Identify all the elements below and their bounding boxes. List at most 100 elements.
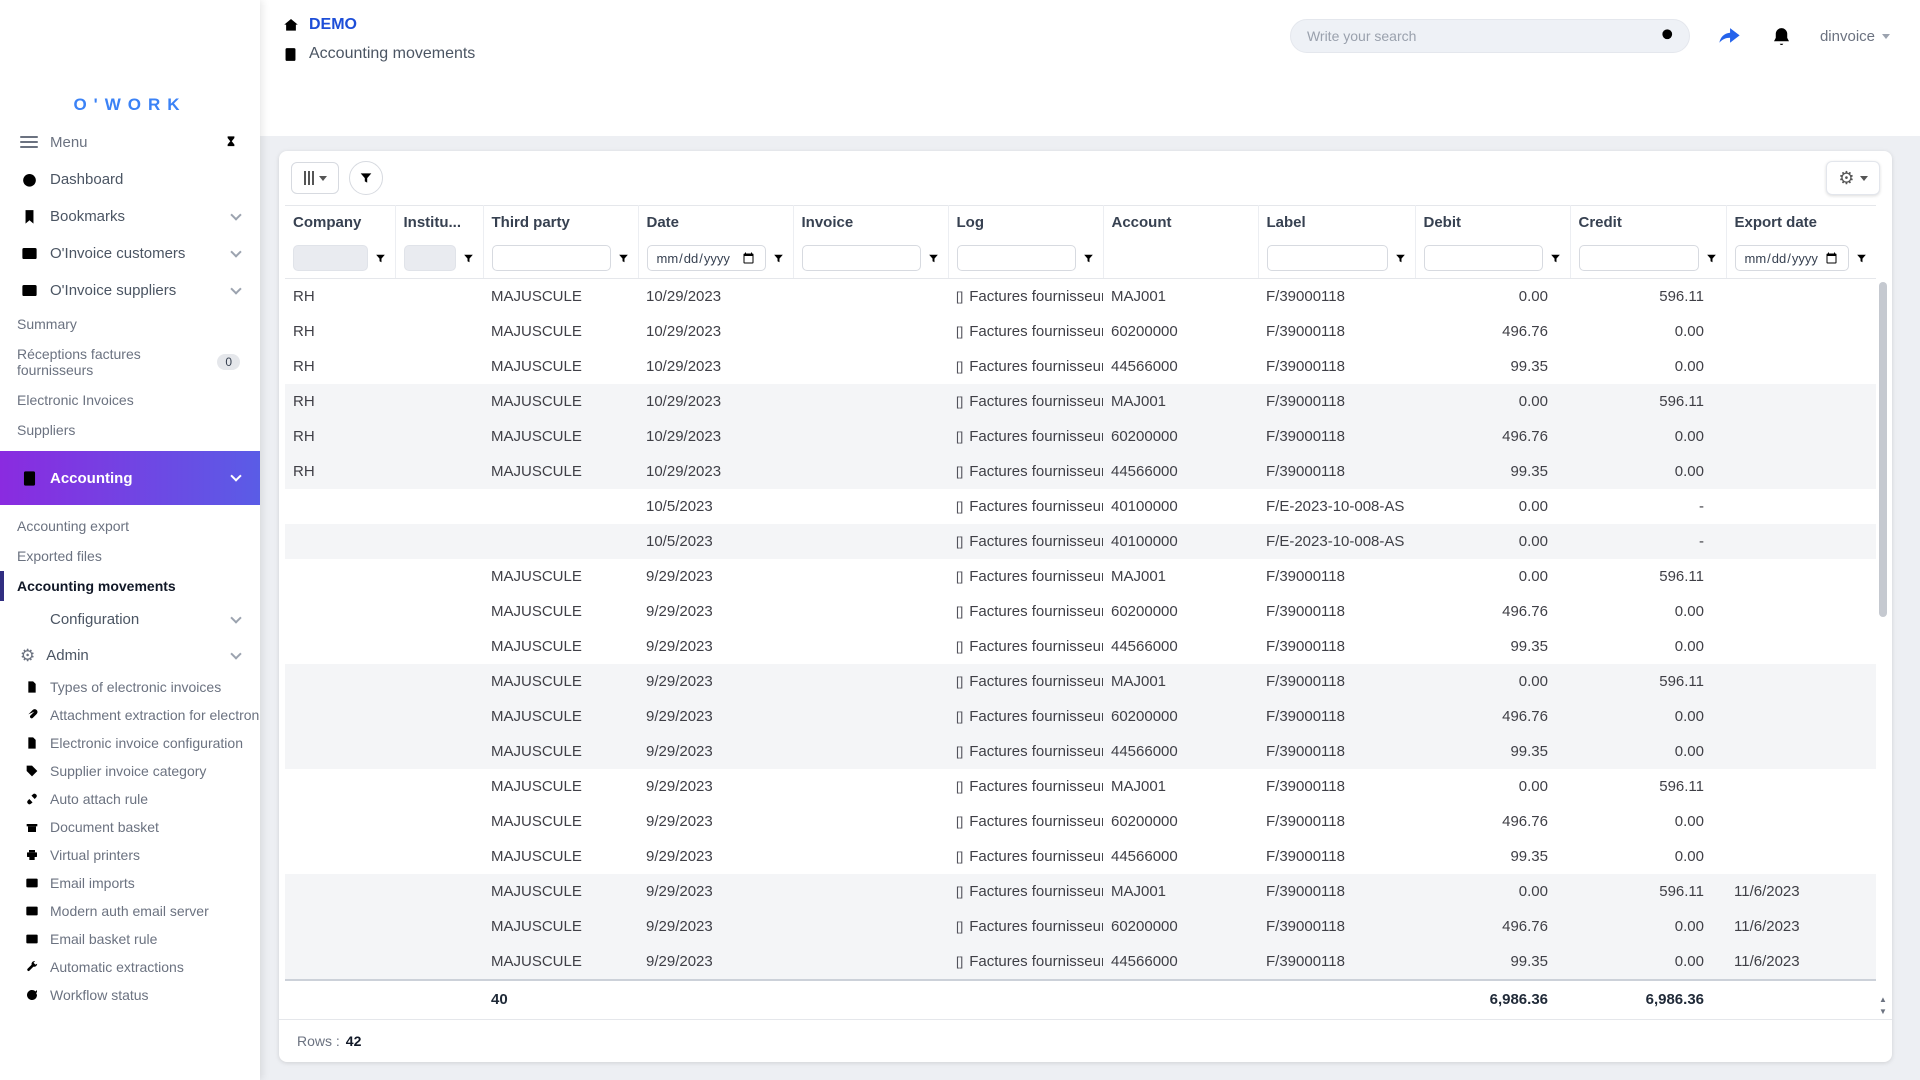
sidebar-item-accounting-movements[interactable]: Accounting movements <box>0 571 260 601</box>
table-row[interactable]: MAJUSCULE 9/29/2023 [] Factures fournisse… <box>285 629 1876 664</box>
table-row[interactable]: MAJUSCULE 9/29/2023 [] Factures fournisse… <box>285 839 1876 874</box>
bell-icon[interactable] <box>1769 24 1794 49</box>
cell-export-date <box>1726 699 1876 734</box>
grid-settings-button[interactable]: ⚙ <box>1826 161 1880 195</box>
search-input[interactable] <box>1289 19 1690 53</box>
table-row[interactable]: RH MAJUSCULE 10/29/2023 [] Factures fourn… <box>285 314 1876 349</box>
home-icon <box>282 16 300 34</box>
sidebar-item-accounting[interactable]: Accounting <box>0 451 260 505</box>
column-header-debit[interactable]: Debit <box>1415 205 1571 239</box>
search-icon[interactable] <box>1659 26 1677 44</box>
table-row[interactable]: MAJUSCULE 9/29/2023 [] Factures fournisse… <box>285 699 1876 734</box>
sidebar-item-supplier-invoice-category[interactable]: Supplier invoice category <box>0 757 260 785</box>
sidebar-item-oinvoice-customers[interactable]: O'Invoice customers <box>0 235 260 272</box>
sidebar-item-exported-files[interactable]: Exported files <box>0 541 260 571</box>
column-header-third-party[interactable]: Third party <box>483 205 639 239</box>
filter-date-input[interactable] <box>646 245 766 272</box>
filter-export-date-input[interactable] <box>1734 245 1849 272</box>
sidebar-item-receptions-factures[interactable]: Réceptions factures fournisseurs 0 <box>0 339 260 385</box>
table-row[interactable]: RH MAJUSCULE 10/29/2023 [] Factures fourn… <box>285 279 1876 315</box>
cell-credit: 0.00 <box>1674 463 1704 480</box>
column-header-account[interactable]: Account <box>1103 205 1259 239</box>
sidebar-item-auto-attach-rule[interactable]: Auto attach rule <box>0 785 260 813</box>
table-row[interactable]: MAJUSCULE 9/29/2023 [] Factures fournisse… <box>285 769 1876 804</box>
sidebar-item-email-basket-rule[interactable]: Email basket rule <box>0 925 260 953</box>
sidebar-item-admin[interactable]: ⚙ Admin <box>0 638 260 673</box>
table-row[interactable]: MAJUSCULE 9/29/2023 [] Factures fournisse… <box>285 804 1876 839</box>
funnel-icon[interactable] <box>1705 252 1718 265</box>
cell-date: 9/29/2023 <box>646 883 713 900</box>
table-row[interactable]: RH MAJUSCULE 10/29/2023 [] Factures fourn… <box>285 454 1876 489</box>
sidebar-item-modern-auth-email-server[interactable]: Modern auth email server <box>0 897 260 925</box>
column-header-invoice[interactable]: Invoice <box>793 205 949 239</box>
table-row[interactable]: MAJUSCULE 9/29/2023 [] Factures fournisse… <box>285 664 1876 699</box>
column-header-date[interactable]: Date <box>638 205 794 239</box>
sidebar-item-bookmarks[interactable]: Bookmarks <box>0 198 260 235</box>
cell-third-party: MAJUSCULE <box>491 393 582 410</box>
filter-log-input[interactable] <box>956 245 1076 272</box>
filter-label-input[interactable] <box>1266 245 1388 272</box>
funnel-icon[interactable] <box>1855 252 1868 265</box>
hamburger-icon[interactable] <box>20 136 38 148</box>
sidebar-item-summary[interactable]: Summary <box>0 309 260 339</box>
funnel-icon[interactable] <box>617 252 630 265</box>
table-row[interactable]: RH MAJUSCULE 10/29/2023 [] Factures fourn… <box>285 349 1876 384</box>
table-row[interactable]: MAJUSCULE 9/29/2023 [] Factures fournisse… <box>285 909 1876 944</box>
sidebar-item-email-imports[interactable]: Email imports <box>0 869 260 897</box>
column-chooser-button[interactable] <box>291 162 339 194</box>
sidebar-item-electronic-invoice-configuration[interactable]: Electronic invoice configuration <box>0 729 260 757</box>
pin-sidebar-icon[interactable] <box>222 133 240 151</box>
scrollbar-thumb[interactable] <box>1879 282 1887 617</box>
funnel-icon[interactable] <box>772 252 785 265</box>
column-header-credit[interactable]: Credit <box>1570 205 1727 239</box>
scroll-down-arrow[interactable]: ▼ <box>1877 1006 1889 1017</box>
table-row[interactable]: MAJUSCULE 9/29/2023 [] Factures fournisse… <box>285 944 1876 980</box>
sidebar-item-virtual-printers[interactable]: Virtual printers <box>0 841 260 869</box>
filter-button[interactable] <box>349 161 383 195</box>
funnel-icon[interactable] <box>462 252 475 265</box>
sidebar-item-electronic-invoices[interactable]: Electronic Invoices <box>0 385 260 415</box>
cell-institution <box>395 594 483 629</box>
sidebar-item-types-electronic-invoices[interactable]: Types of electronic invoices <box>0 673 260 701</box>
column-header-label[interactable]: Label <box>1258 205 1416 239</box>
funnel-icon[interactable] <box>374 252 387 265</box>
table-row[interactable]: MAJUSCULE 9/29/2023 [] Factures fournisse… <box>285 874 1876 909</box>
sidebar-item-dashboard[interactable]: Dashboard <box>0 161 260 198</box>
table-row[interactable]: MAJUSCULE 9/29/2023 [] Factures fournisse… <box>285 559 1876 594</box>
sidebar-item-configuration[interactable]: Configuration <box>0 601 260 638</box>
funnel-icon[interactable] <box>1549 252 1562 265</box>
table-row[interactable]: MAJUSCULE 9/29/2023 [] Factures fournisse… <box>285 734 1876 769</box>
column-header-institution[interactable]: Institu... <box>395 205 484 239</box>
sidebar-item-automatic-extractions[interactable]: Automatic extractions <box>0 953 260 981</box>
table-row[interactable]: RH MAJUSCULE 10/29/2023 [] Factures fourn… <box>285 384 1876 419</box>
sidebar-item-suppliers[interactable]: Suppliers <box>0 415 260 445</box>
cell-label: F/39000118 <box>1266 358 1345 375</box>
table-row[interactable]: RH MAJUSCULE 10/29/2023 [] Factures fourn… <box>285 419 1876 454</box>
funnel-icon[interactable] <box>1082 252 1095 265</box>
filter-invoice-input[interactable] <box>801 245 921 272</box>
sidebar-item-workflow-status[interactable]: Workflow status <box>0 981 260 1009</box>
filter-credit-input[interactable] <box>1578 245 1699 272</box>
funnel-icon[interactable] <box>927 252 940 265</box>
cell-account: 60200000 <box>1111 428 1178 445</box>
filter-third-party-input[interactable] <box>491 245 611 272</box>
column-header-log[interactable]: Log <box>948 205 1104 239</box>
table-row[interactable]: MAJUSCULE 9/29/2023 [] Factures fournisse… <box>285 594 1876 629</box>
sidebar-item-attachment-extraction[interactable]: Attachment extraction for electron <box>0 701 260 729</box>
grid-wrap: Company Institu... Third party Date Invo… <box>279 205 1892 1019</box>
column-header-company[interactable]: Company <box>285 205 396 239</box>
funnel-icon[interactable] <box>1394 252 1407 265</box>
sidebar-item-accounting-export[interactable]: Accounting export <box>0 511 260 541</box>
sidebar-item-oinvoice-suppliers[interactable]: O'Invoice suppliers <box>0 272 260 309</box>
main-area: DEMO Accounting movements dinvoice <box>260 0 1920 1080</box>
sidebar-item-document-basket[interactable]: Document basket <box>0 813 260 841</box>
scroll-up-arrow[interactable]: ▲ <box>1877 994 1889 1005</box>
chevron-down-icon <box>230 245 242 258</box>
filter-debit-input[interactable] <box>1423 245 1543 272</box>
table-row[interactable]: 10/5/2023 [] Factures fournisseurs 401000… <box>285 489 1876 524</box>
share-icon[interactable] <box>1716 23 1743 50</box>
table-row[interactable]: 10/5/2023 [] Factures fournisseurs 401000… <box>285 524 1876 559</box>
cell-label: F/E-2023-10-008-AS <box>1266 498 1405 515</box>
column-header-export-date[interactable]: Export date <box>1726 205 1876 239</box>
user-menu[interactable]: dinvoice <box>1820 28 1890 45</box>
